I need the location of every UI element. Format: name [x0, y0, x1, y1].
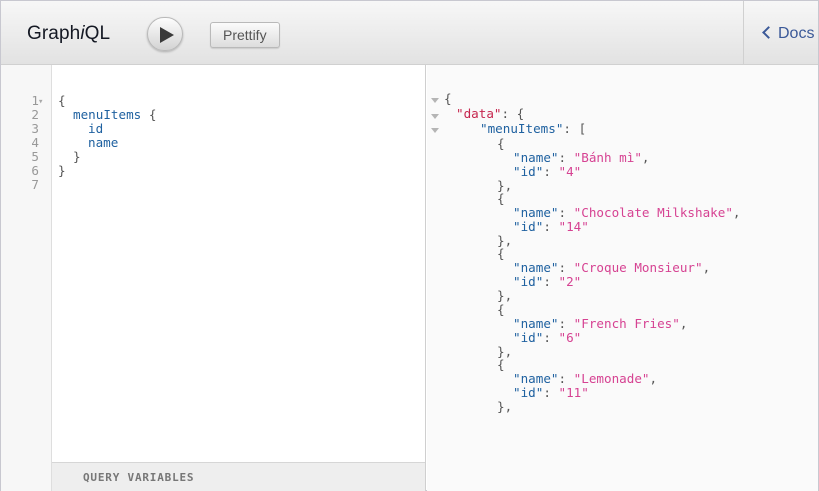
fold-marker-icon[interactable]	[431, 128, 439, 133]
result-object-open: {	[497, 357, 505, 372]
line-number: 3	[31, 121, 39, 136]
app-title: GraphiQL	[27, 23, 111, 44]
result-name-entry: "name": "Croque Monsieur",	[513, 260, 711, 275]
result-name-entry: "name": "Lemonade",	[513, 371, 658, 386]
result-object-open: {	[497, 136, 505, 151]
result-object-close: },	[497, 288, 513, 303]
result-object-open: {	[497, 302, 505, 317]
result-id-entry: "id": "2"	[513, 274, 582, 289]
query-open-brace: {	[58, 93, 66, 108]
result-viewer: { "data": { "menuItems": [ { "name": "Bá…	[427, 65, 818, 491]
prettify-button[interactable]: Prettify	[210, 22, 280, 48]
query-field-id: id	[88, 121, 104, 136]
fold-marker-icon[interactable]	[431, 114, 439, 119]
query-field-name: name	[88, 135, 119, 150]
result-name-entry: "name": "French Fries",	[513, 316, 688, 331]
result-id-entry: "id": "14"	[513, 219, 589, 234]
query-variables-bar[interactable]: QUERY VARIABLES	[52, 462, 425, 491]
line-number: 7	[31, 177, 39, 192]
result-name-entry: "name": "Bánh mì",	[513, 150, 650, 165]
line-number: 5	[31, 149, 39, 164]
result-object-open: {	[497, 191, 505, 206]
result-id-entry: "id": "11"	[513, 385, 589, 400]
fold-marker-icon[interactable]	[431, 98, 439, 103]
line-number: 4	[31, 135, 39, 150]
result-id-entry: "id": "4"	[513, 164, 582, 179]
query-variables-label: QUERY VARIABLES	[83, 471, 195, 484]
run-query-button[interactable]	[147, 17, 183, 51]
result-name-entry: "name": "Chocolate Milkshake",	[513, 205, 741, 220]
docs-area: Docs	[743, 1, 819, 64]
result-menuitems-key: "menuItems": [	[480, 121, 587, 136]
result-object-close: },	[497, 399, 513, 414]
result-id-entry: "id": "6"	[513, 330, 582, 345]
result-data-key: "data": {	[456, 106, 525, 121]
query-editor[interactable]: 1 2 3 4 5 6 7 ▾ { menuItems { id name } …	[1, 65, 426, 491]
play-icon	[160, 27, 174, 43]
chevron-left-icon	[762, 26, 775, 39]
docs-button[interactable]: Docs	[762, 25, 814, 43]
result-open-brace: {	[444, 91, 452, 106]
line-number: 6	[31, 163, 39, 178]
result-object-open: {	[497, 246, 505, 261]
query-close-brace-inner: }	[73, 149, 81, 164]
graphiql-app: GraphiQL Prettify Docs 1 2 3 4 5 6 7 ▾ {…	[0, 0, 819, 491]
toolbar: GraphiQL Prettify Docs	[1, 1, 818, 65]
query-close-brace: }	[58, 163, 66, 178]
query-line-menuitems: menuItems {	[73, 107, 157, 122]
line-number: 2	[31, 107, 39, 122]
fold-marker-icon[interactable]: ▾	[38, 95, 43, 109]
